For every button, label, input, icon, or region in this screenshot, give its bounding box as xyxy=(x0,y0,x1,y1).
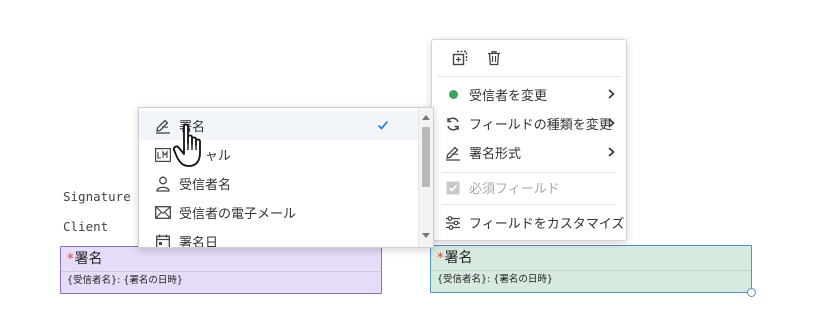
required-asterisk: * xyxy=(67,252,74,267)
person-icon xyxy=(156,176,170,192)
field-subtitle: {受信者名}: {署名の日時} xyxy=(67,275,183,286)
required-asterisk: * xyxy=(437,251,444,266)
initials-icon xyxy=(155,147,171,162)
field-title: 署名 xyxy=(74,251,103,267)
checkmark-icon xyxy=(377,120,389,130)
signature-icon xyxy=(156,119,170,134)
dropdown-scrollbar[interactable] xyxy=(418,108,433,247)
field-subtitle: {受信者名}: {署名の日時} xyxy=(437,274,553,285)
refresh-icon xyxy=(447,117,459,130)
hand-pointer-cursor-icon xyxy=(172,123,201,167)
signature-field-left[interactable]: *署名 {受信者名}: {署名の日時} xyxy=(60,246,382,294)
menu-item-label: フィールドをカスタマイズ xyxy=(469,217,625,232)
green-dot-icon xyxy=(448,90,458,99)
menu-item-signature-format[interactable]: 署名形式 xyxy=(432,138,626,167)
dropdown-item-label: 署名日 xyxy=(179,236,219,248)
menu-item-change-field-type[interactable]: フィールドの種類を変更 xyxy=(432,109,626,138)
dropdown-item-recipient-name[interactable]: 受信者名 xyxy=(139,169,419,198)
context-menu-toolbar xyxy=(438,40,620,77)
menu-item-label: フィールドの種類を変更 xyxy=(469,118,612,133)
dropdown-item-recipient-email[interactable]: 受信者の電子メール xyxy=(139,198,419,227)
copy-icon[interactable] xyxy=(452,50,468,66)
scroll-down-icon[interactable] xyxy=(422,233,430,239)
field-title: 署名 xyxy=(444,250,473,266)
menu-divider xyxy=(442,204,616,205)
scroll-thumb[interactable] xyxy=(422,127,430,187)
dropdown-item-label: 受信者の電子メール xyxy=(179,207,297,222)
resize-handle[interactable] xyxy=(747,288,756,297)
menu-item-required-field: 必須フィールド xyxy=(432,173,626,202)
signature-field-right[interactable]: *署名 {受信者名}: {署名の日時} xyxy=(430,245,756,297)
envelope-icon xyxy=(155,206,171,219)
scroll-up-icon[interactable] xyxy=(422,114,430,120)
calendar-icon xyxy=(156,234,170,247)
checkbox-icon xyxy=(446,181,460,194)
menu-item-customize-field[interactable]: フィールドをカスタマイズ xyxy=(432,208,626,237)
field-context-menu: 受信者を変更 フィールドの種類を変更 署名形式 必須フィールド フィールドをカス… xyxy=(431,39,627,241)
menu-item-change-recipient[interactable]: 受信者を変更 xyxy=(432,80,626,109)
menu-item-label: 受信者を変更 xyxy=(469,89,548,104)
dropdown-item-date-signed[interactable]: 署名日 xyxy=(139,227,419,248)
trash-icon[interactable] xyxy=(486,50,502,66)
signature-icon xyxy=(446,146,460,161)
document-label-client: Client xyxy=(63,219,109,234)
document-label-signature: Signature xyxy=(63,189,131,204)
sliders-icon xyxy=(446,215,460,230)
menu-item-label: 必須フィールド xyxy=(469,182,560,197)
chevron-right-icon xyxy=(608,118,615,128)
chevron-right-icon xyxy=(608,89,615,99)
menu-item-label: 署名形式 xyxy=(469,147,522,162)
dropdown-item-label: 受信者名 xyxy=(179,178,232,193)
chevron-right-icon xyxy=(608,147,615,157)
